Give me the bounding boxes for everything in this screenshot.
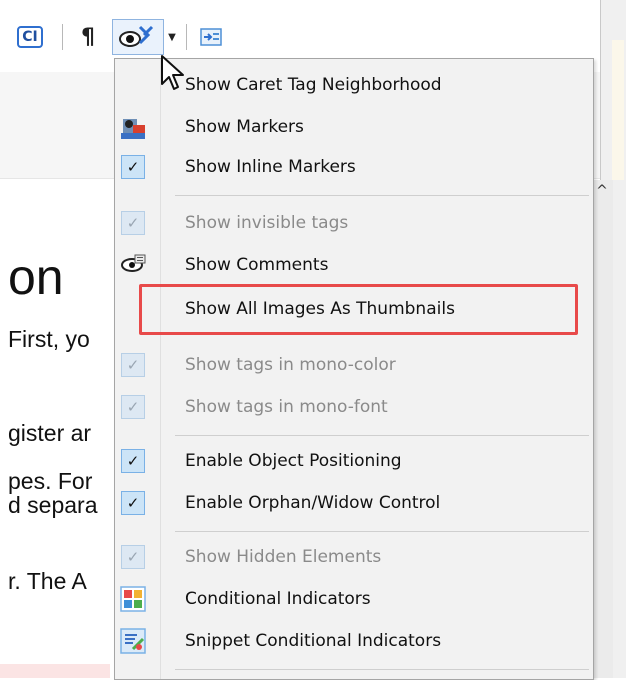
insert-icon bbox=[200, 28, 222, 46]
menu-item-show-markers[interactable]: Show Markers bbox=[115, 107, 593, 147]
check-icon: ✓ bbox=[121, 545, 145, 569]
menu-item-label: Show tags in mono-font bbox=[185, 397, 388, 417]
document-line: d separa bbox=[8, 492, 98, 518]
menu-item-label: Show invisible tags bbox=[185, 213, 349, 233]
menu-item-label: Enable Object Positioning bbox=[185, 451, 402, 471]
menu-item-label: Snippet Conditional Indicators bbox=[185, 631, 442, 651]
menu-item-show-invisible-tags[interactable]: ✓ Show invisible tags bbox=[115, 203, 593, 243]
menu-item-conditional-indicators[interactable]: Conditional Indicators bbox=[115, 579, 593, 619]
menu-item-label: Show Markers bbox=[185, 117, 304, 137]
view-options-dropdown-arrow[interactable]: ▼ bbox=[164, 22, 180, 52]
markers-icon bbox=[119, 113, 147, 141]
check-icon: ✓ bbox=[121, 155, 145, 179]
chevron-down-icon: ▼ bbox=[168, 31, 176, 43]
paragraph-icon: ¶ bbox=[81, 24, 95, 50]
menu-item-show-tags-in-mono-color[interactable]: ✓ Show tags in mono-color bbox=[115, 345, 593, 385]
mouse-cursor-icon bbox=[160, 54, 186, 94]
document-line: First, yo bbox=[8, 326, 90, 352]
menu-item-enable-orphan-widow-control[interactable]: ✓ Enable Orphan/Widow Control bbox=[115, 483, 593, 523]
paragraph-marks-button[interactable]: ¶ bbox=[76, 22, 100, 52]
check-icon: ✓ bbox=[121, 491, 145, 515]
document-heading: on bbox=[8, 249, 64, 305]
menu-item-show-tags-in-mono-font[interactable]: ✓ Show tags in mono-font bbox=[115, 387, 593, 427]
menu-item-label: Show Hidden Elements bbox=[185, 547, 382, 567]
menu-item-label: Show Inline Markers bbox=[185, 157, 356, 177]
comments-icon bbox=[119, 251, 147, 279]
ci-icon: CI bbox=[17, 26, 43, 48]
menu-item-label: Show tags in mono-color bbox=[185, 355, 396, 375]
menu-item-label: Show Caret Tag Neighborhood bbox=[185, 75, 442, 95]
document-line: r. The A bbox=[8, 568, 87, 594]
view-options-menu: Show Caret Tag Neighborhood Show Markers… bbox=[114, 58, 594, 680]
ci-button[interactable]: CI bbox=[8, 22, 52, 52]
menu-item-label: Show Comments bbox=[185, 255, 329, 275]
toolbar-separator bbox=[62, 24, 63, 50]
menu-item-show-comments[interactable]: Show Comments bbox=[115, 245, 593, 285]
check-icon: ✓ bbox=[121, 395, 145, 419]
snippet-conditional-icon bbox=[119, 627, 147, 655]
document-line: pes. For bbox=[8, 468, 93, 494]
menu-separator bbox=[175, 435, 589, 436]
menu-separator bbox=[175, 531, 589, 532]
conditional-indicators-icon bbox=[119, 585, 147, 613]
side-panel-strip bbox=[612, 40, 624, 180]
menu-item-label: Conditional Indicators bbox=[185, 589, 371, 609]
menu-item-snippet-conditional-indicators[interactable]: Snippet Conditional Indicators bbox=[115, 621, 593, 661]
view-options-button[interactable] bbox=[112, 19, 164, 55]
check-icon: ✓ bbox=[121, 353, 145, 377]
eye-tag-icon bbox=[119, 25, 154, 47]
document-highlight-strip bbox=[0, 664, 110, 678]
toolbar-separator bbox=[186, 24, 187, 50]
document-line: gister ar bbox=[8, 420, 92, 446]
menu-item-enable-object-positioning[interactable]: ✓ Enable Object Positioning bbox=[115, 441, 593, 481]
menu-item-show-hidden-elements[interactable]: ✓ Show Hidden Elements bbox=[115, 537, 593, 577]
insert-button[interactable] bbox=[196, 22, 226, 52]
menu-item-show-inline-markers[interactable]: ✓ Show Inline Markers bbox=[115, 147, 593, 187]
scroll-up-icon[interactable]: ^ bbox=[591, 180, 613, 202]
menu-separator bbox=[175, 669, 589, 670]
annotation-highlight-box bbox=[139, 284, 578, 335]
menu-separator bbox=[175, 195, 589, 196]
check-icon: ✓ bbox=[121, 449, 145, 473]
menu-item-label: Enable Orphan/Widow Control bbox=[185, 493, 441, 513]
check-icon: ✓ bbox=[121, 211, 145, 235]
menu-item-show-caret-tag-neighborhood[interactable]: Show Caret Tag Neighborhood bbox=[115, 65, 593, 105]
